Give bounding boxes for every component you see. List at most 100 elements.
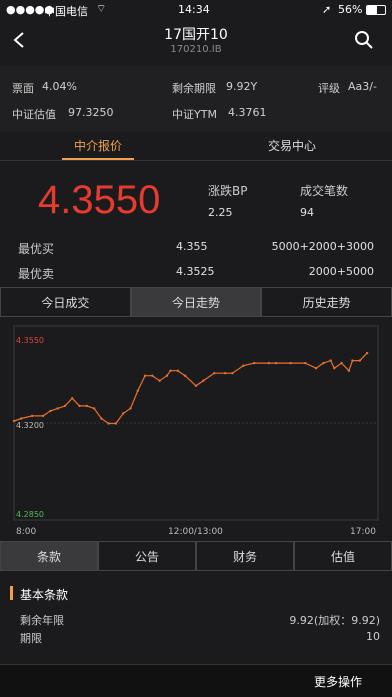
- tab-today-trades[interactable]: 今日成交: [0, 287, 131, 317]
- remaining-value: 9.92Y: [226, 80, 258, 93]
- trend-point: [78, 404, 81, 408]
- best-bid-value: 4.355: [176, 240, 208, 253]
- location-icon: ➚: [322, 3, 332, 16]
- trend-point: [329, 359, 332, 362]
- tab-history-trend[interactable]: 历史走势: [261, 287, 392, 317]
- change-value: 2.25: [208, 206, 233, 219]
- remaining-years-value: 9.92(加权：9.92): [289, 614, 380, 627]
- trend-point: [151, 374, 154, 377]
- cs-value: 97.3250: [68, 106, 114, 119]
- trend-point: [41, 414, 45, 418]
- trend-points: [12, 351, 369, 425]
- term-value: 10: [366, 630, 380, 643]
- tab-terms[interactable]: 条款: [0, 541, 98, 571]
- trend-point: [129, 407, 132, 410]
- trend-point: [347, 369, 351, 372]
- bond-info: [0, 66, 392, 132]
- search-button[interactable]: [353, 29, 375, 51]
- trend-series-line: [13, 352, 368, 425]
- cs-ytm-value: 4.3761: [228, 106, 267, 119]
- trend-point: [92, 407, 96, 410]
- trend-point: [63, 404, 67, 408]
- wifi-icon: ⌔: [96, 2, 107, 15]
- trend-point: [114, 422, 118, 425]
- coupon-label: 票面: [12, 82, 34, 95]
- best-bid-label: 最优买: [18, 242, 55, 256]
- trend-point: [107, 422, 110, 425]
- trend-point: [85, 404, 89, 408]
- trend-point: [351, 359, 354, 362]
- x-label-mid: 12:00/13:00: [168, 527, 223, 537]
- count-value: 94: [300, 206, 314, 219]
- trend-chart: 4.3550 4.3200 4.2850 8:00 12:00/13:00 17…: [12, 325, 379, 537]
- trend-point: [289, 361, 292, 365]
- trend-point: [242, 364, 245, 367]
- trend-point: [194, 384, 198, 387]
- y-label-low: 4.2850: [16, 510, 44, 519]
- trend-point: [183, 374, 187, 377]
- chart-segment: 今日成交 今日走势 历史走势: [0, 287, 392, 317]
- coupon-value: 4.04%: [42, 80, 77, 93]
- bond-code: 170210.IB: [170, 44, 222, 55]
- bottom-action-bar: 更多操作: [0, 664, 392, 697]
- section-title: 基本条款: [20, 588, 69, 602]
- tab-financials[interactable]: 财务: [196, 541, 294, 571]
- cs-ytm-label: 中证YTM: [172, 108, 217, 121]
- term-label: 期限: [20, 632, 42, 645]
- y-label-mid: 4.3200: [16, 421, 44, 430]
- trend-point: [304, 361, 307, 365]
- trend-point: [176, 369, 179, 372]
- trend-point: [165, 374, 169, 377]
- trend-point: [223, 372, 227, 375]
- quote-tabs: [0, 133, 392, 161]
- trend-point: [71, 397, 74, 400]
- search-icon: [355, 31, 373, 49]
- tab-trading-center[interactable]: 交易中心: [268, 137, 316, 154]
- cs-value-label: 中证估值: [12, 108, 56, 121]
- change-label: 涨跌BP: [208, 184, 248, 198]
- tab-broker-quote[interactable]: 中介报价: [74, 137, 122, 154]
- trend-point: [358, 359, 361, 362]
- tab-today-trend[interactable]: 今日走势: [130, 287, 262, 317]
- rating-value: Aa3/-: [348, 80, 377, 93]
- trend-point: [20, 417, 23, 420]
- remaining-label: 剩余期限: [172, 82, 216, 95]
- tab-valuation[interactable]: 估值: [294, 541, 392, 571]
- trend-point: [253, 361, 256, 365]
- x-label-end: 17:00: [350, 527, 376, 537]
- trend-point: [267, 361, 270, 365]
- best-ask-value: 4.3525: [176, 265, 215, 278]
- section-marker: [10, 586, 13, 600]
- y-label-high: 4.3550: [16, 336, 44, 345]
- detail-tabs: 条款 公告 财务 估值: [0, 541, 392, 571]
- trend-point: [340, 361, 343, 365]
- remaining-years-label: 剩余年限: [20, 614, 64, 627]
- trend-point: [365, 351, 369, 355]
- trend-point: [143, 374, 147, 377]
- battery-percent: 56%: [338, 3, 363, 16]
- best-ask-volume: 2000+5000: [308, 265, 374, 278]
- trend-point: [31, 414, 34, 418]
- rating-label: 评级: [318, 82, 340, 95]
- trend-point: [12, 419, 16, 423]
- latest-price: 4.3550: [38, 178, 161, 222]
- trend-point: [231, 372, 234, 375]
- trend-point: [322, 361, 325, 365]
- trend-point: [49, 409, 52, 413]
- trend-point: [136, 389, 139, 392]
- trend-point: [333, 367, 336, 370]
- trend-point: [202, 379, 205, 382]
- carrier-label: 中国电信: [44, 5, 88, 18]
- count-label: 成交笔数: [300, 184, 349, 198]
- more-actions-button[interactable]: 更多操作: [314, 673, 362, 690]
- battery-icon: [366, 5, 386, 15]
- trend-point: [100, 417, 103, 420]
- status-bar: ●●●●● 中国电信 ⌔ 14:34 ➚ 56%: [0, 0, 392, 20]
- trend-point: [122, 412, 125, 415]
- tab-indicator: [62, 158, 134, 160]
- best-bid-volume: 5000+2000+3000: [271, 240, 374, 253]
- trend-point: [169, 369, 172, 372]
- tab-announcements[interactable]: 公告: [98, 541, 196, 571]
- page-title: 17国开10: [164, 27, 228, 43]
- trend-point: [314, 367, 318, 370]
